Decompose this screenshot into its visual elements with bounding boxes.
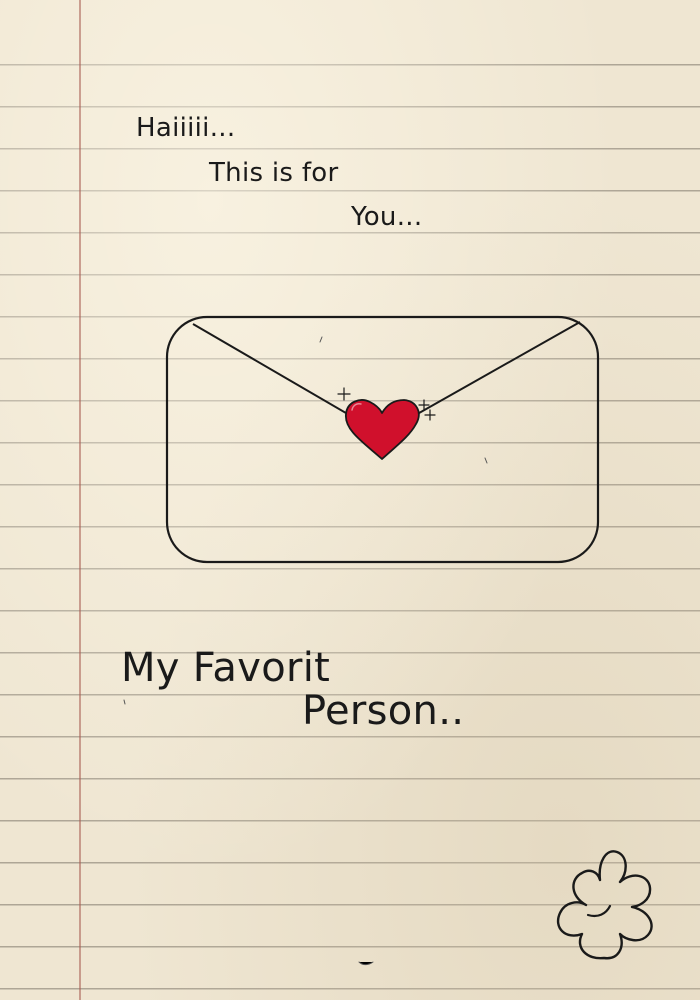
flower-doodle-icon — [557, 850, 653, 960]
flower-doodle — [557, 850, 653, 960]
